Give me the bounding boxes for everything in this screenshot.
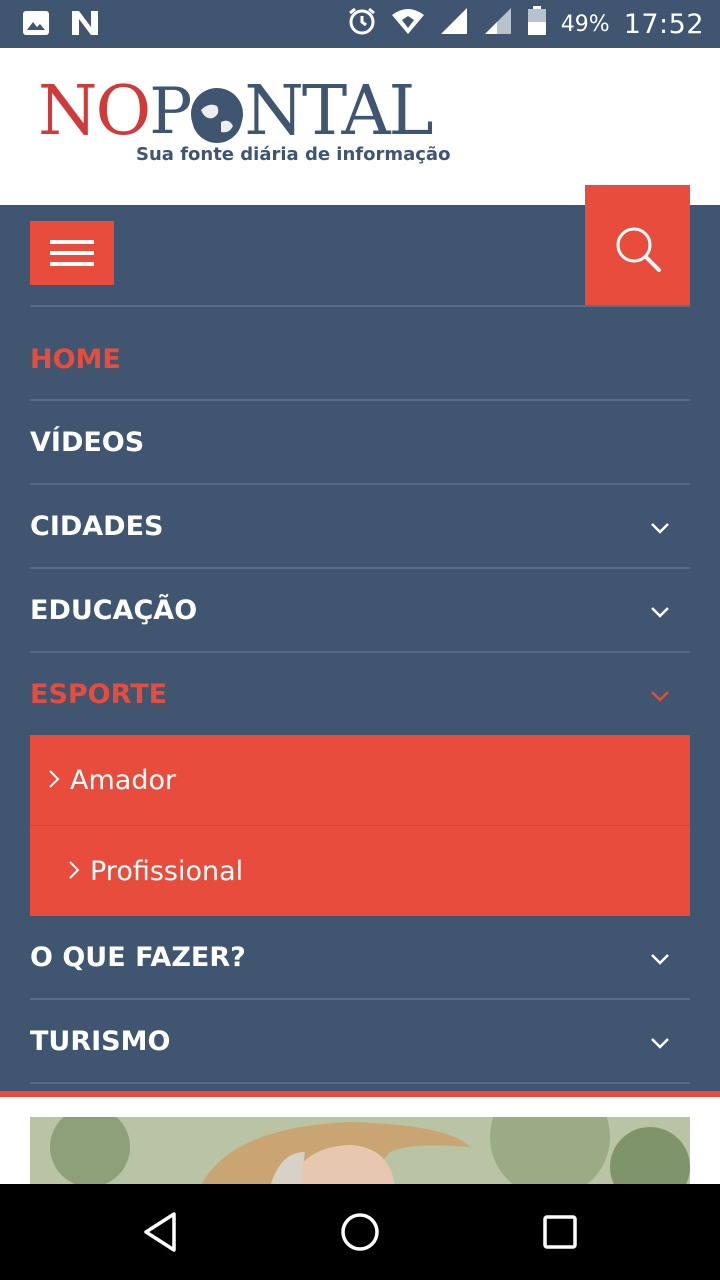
alarm-icon	[347, 6, 377, 42]
esporte-submenu: Amador Profissional	[30, 735, 690, 916]
site-logo[interactable]: NO P NTAL Sua fonte diária de informação	[38, 72, 451, 166]
status-bar: 49% 17:52	[0, 0, 720, 48]
hamburger-menu-button[interactable]	[30, 221, 114, 285]
nav-item-cidades[interactable]: CIDADES	[30, 485, 690, 569]
nav-item-turismo[interactable]: TURISMO	[30, 1000, 690, 1084]
chevron-down-icon[interactable]	[650, 687, 670, 706]
menu-list: HOME VÍDEOS CIDADES EDUCAÇÃO ESPORTE Ama…	[30, 319, 690, 1084]
nav-item-label: VÍDEOS	[30, 426, 145, 458]
n-app-icon	[70, 9, 100, 41]
signal-icon-2	[483, 6, 513, 42]
chevron-down-icon[interactable]	[650, 1034, 670, 1053]
logo-tagline: Sua fonte diária de informação	[136, 144, 451, 165]
chevron-down-icon[interactable]	[650, 519, 670, 538]
main-navigation: HOME VÍDEOS CIDADES EDUCAÇÃO ESPORTE Ama…	[0, 185, 720, 1091]
nav-item-esporte[interactable]: ESPORTE	[30, 653, 690, 735]
logo-part-no: NO	[38, 72, 151, 151]
home-icon[interactable]	[340, 1210, 380, 1258]
submenu-item-label: Profissional	[90, 855, 244, 887]
nav-item-label: ESPORTE	[30, 678, 168, 710]
chevron-right-icon	[68, 856, 80, 887]
battery-icon	[527, 6, 547, 42]
logo-part-ntal: NTAL	[244, 72, 433, 151]
nav-item-label: EDUCAÇÃO	[30, 594, 198, 626]
accent-divider	[0, 1091, 720, 1097]
nav-item-videos[interactable]: VÍDEOS	[30, 401, 690, 485]
divider	[30, 305, 690, 307]
nav-item-label: O QUE FAZER?	[30, 941, 246, 973]
chevron-right-icon	[48, 765, 60, 796]
back-icon[interactable]	[140, 1210, 180, 1258]
chevron-down-icon[interactable]	[650, 603, 670, 622]
nav-item-o-que-fazer[interactable]: O QUE FAZER?	[30, 916, 690, 1000]
nav-item-educacao[interactable]: EDUCAÇÃO	[30, 569, 690, 653]
article-image[interactable]	[30, 1117, 690, 1187]
battery-percent: 49%	[560, 11, 610, 37]
chevron-down-icon[interactable]	[650, 950, 670, 969]
image-icon	[22, 10, 50, 40]
clock: 17:52	[623, 8, 704, 40]
search-button[interactable]	[585, 185, 690, 305]
site-header: NO P NTAL Sua fonte diária de informação	[0, 48, 720, 205]
recents-icon[interactable]	[540, 1210, 580, 1258]
search-icon	[614, 225, 662, 277]
nav-item-label: CIDADES	[30, 510, 164, 542]
globe-icon	[191, 88, 244, 143]
nav-item-label: TURISMO	[30, 1025, 171, 1057]
signal-icon	[439, 6, 469, 42]
submenu-item-profissional[interactable]: Profissional	[30, 826, 690, 916]
nav-item-label: HOME	[30, 343, 121, 375]
submenu-item-label: Amador	[70, 764, 177, 796]
submenu-item-amador[interactable]: Amador	[30, 735, 690, 826]
system-navigation-bar	[0, 1184, 720, 1280]
nav-item-home[interactable]: HOME	[30, 319, 690, 401]
wifi-icon	[391, 7, 425, 41]
